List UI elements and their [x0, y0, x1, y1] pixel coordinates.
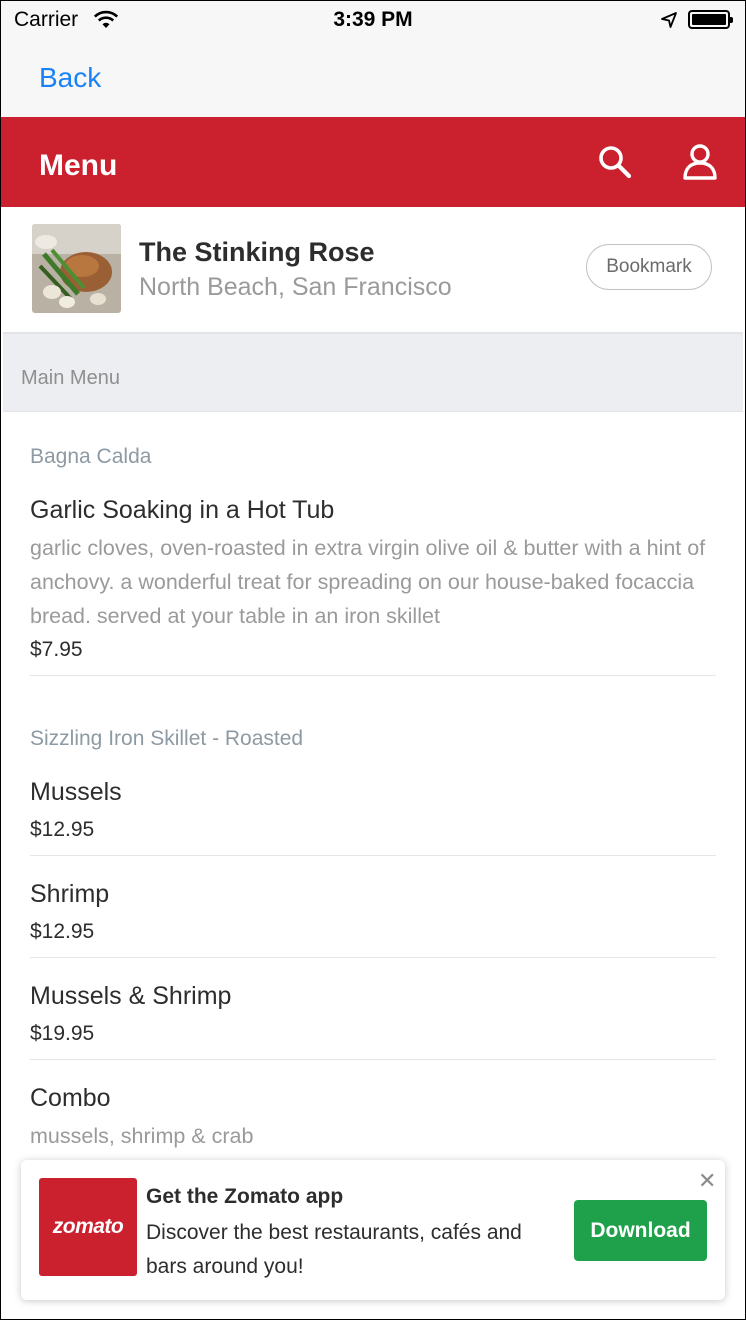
download-button[interactable]: Download	[574, 1200, 707, 1261]
item-name: Mussels & Shrimp	[30, 982, 232, 1010]
app-promo-banner: zomato Get the Zomato app Discover the b…	[21, 1160, 725, 1300]
item-price: $12.95	[30, 920, 95, 943]
menu-header: Menu	[0, 117, 746, 207]
promo-title: Get the Zomato app	[146, 1185, 344, 1208]
item-price: $7.95	[30, 638, 83, 661]
divider	[30, 1059, 716, 1060]
page-title: Menu	[39, 149, 118, 182]
close-icon[interactable]: ✕	[698, 1168, 716, 1194]
battery-icon	[688, 10, 733, 29]
menu-section-header: Main Menu	[3, 334, 743, 412]
clock: 3:39 PM	[333, 8, 413, 31]
category-header: Bagna Calda	[30, 445, 152, 468]
zomato-logo: zomato	[39, 1178, 137, 1276]
restaurant-location: North Beach, San Francisco	[139, 273, 452, 301]
search-icon[interactable]	[596, 144, 634, 182]
restaurant-name: The Stinking Rose	[139, 237, 375, 267]
location-arrow-icon	[661, 12, 677, 28]
item-price: $19.95	[30, 1022, 95, 1045]
divider	[30, 855, 716, 856]
navigation-bar: Back	[0, 42, 746, 117]
user-icon[interactable]	[680, 142, 720, 182]
restaurant-card[interactable]: The Stinking Rose North Beach, San Franc…	[3, 207, 743, 334]
status-bar: Carrier 3:39 PM	[0, 0, 746, 42]
item-name: Mussels	[30, 778, 122, 806]
item-name: Garlic Soaking in a Hot Tub	[30, 496, 335, 524]
divider	[30, 957, 716, 958]
item-description: mussels, shrimp & crab	[30, 1124, 254, 1148]
back-button[interactable]: Back	[39, 62, 101, 94]
item-name: Shrimp	[30, 880, 110, 908]
restaurant-photo	[32, 224, 121, 313]
item-name: Combo	[30, 1084, 111, 1112]
category-header: Sizzling Iron Skillet - Roasted	[30, 727, 304, 750]
promo-text: Discover the best restaurants, cafés and…	[146, 1221, 522, 1278]
divider	[30, 675, 716, 676]
section-label: Main Menu	[21, 367, 120, 389]
bookmark-button[interactable]: Bookmark	[586, 244, 712, 290]
item-description: garlic cloves, oven-roasted in extra vir…	[30, 536, 706, 628]
item-price: $12.95	[30, 818, 95, 841]
